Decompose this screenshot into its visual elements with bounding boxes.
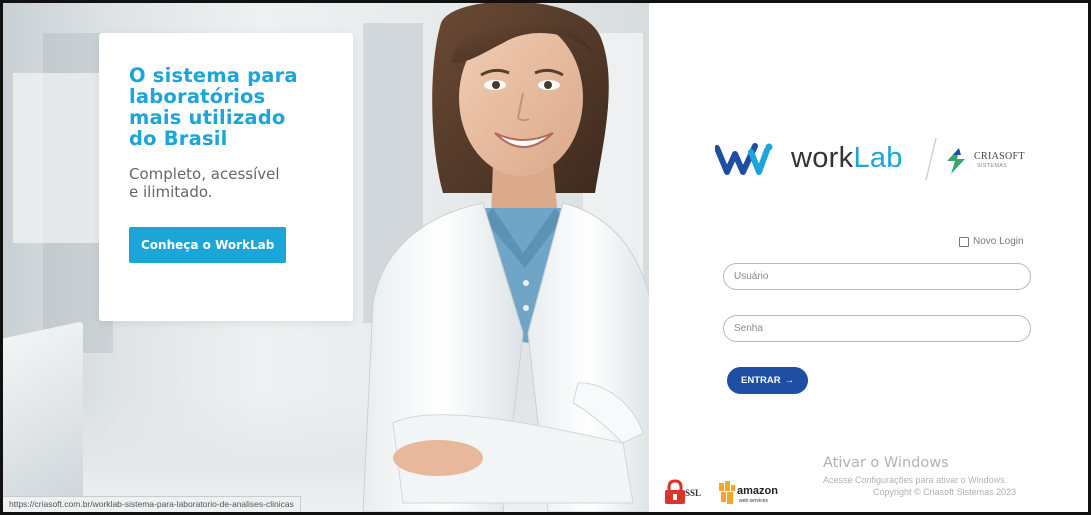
windows-activation-watermark: Ativar o Windows Acesse Configurações pa… — [823, 455, 1007, 485]
promo-card: O sistema para laboratórios mais utiliza… — [99, 33, 353, 321]
aws-subtitle: web services — [739, 498, 768, 504]
copyright-text: Copyright © Criasoft Sistemas 2023 — [873, 487, 1017, 497]
novo-login-checkbox[interactable]: Novo Login — [959, 236, 1024, 247]
status-bar-url: https://criasoft.com.br/worklab-sistema-… — [3, 496, 301, 512]
checkbox-box[interactable] — [959, 236, 969, 247]
doctor-photo — [362, 3, 649, 512]
brand-divider — [925, 137, 937, 181]
monitor-image — [3, 321, 83, 512]
entrar-label: ENTRAR — [741, 375, 781, 386]
worklab-logo-icon — [715, 143, 773, 175]
brand-logos: workLab CRIASOFT SISTEMAS — [715, 136, 1045, 182]
hero-banner: O sistema para laboratórios mais utiliza… — [3, 3, 649, 512]
username-field[interactable] — [723, 263, 1031, 290]
novo-login-label: Novo Login — [973, 236, 1024, 247]
browser-viewport: O sistema para laboratórios mais utiliza… — [0, 0, 1091, 515]
conheca-worklab-button[interactable]: Conheça o WorkLab — [129, 227, 287, 263]
windows-activation-title: Ativar o Windows — [823, 455, 949, 471]
promo-subtitle: Completo, acessível e ilimitado. — [129, 165, 280, 201]
worklab-wordmark: workLab — [791, 142, 903, 174]
arrow-right-icon: → — [784, 375, 795, 386]
security-badges: SSL amazon web services — [663, 477, 803, 507]
criasoft-logo-icon — [947, 148, 965, 174]
criasoft-name: CRIASOFT — [974, 151, 1025, 162]
promo-title: O sistema para laboratórios mais utiliza… — [129, 64, 298, 150]
criasoft-tagline: SISTEMAS — [977, 163, 1008, 169]
aws-name: amazon — [737, 485, 778, 497]
login-panel: workLab CRIASOFT SISTEMAS Novo Login ENT… — [649, 3, 1088, 512]
windows-activation-subtitle: Acesse Configurações para ativar o Windo… — [823, 475, 1008, 485]
password-field[interactable] — [723, 315, 1031, 342]
entrar-button[interactable]: ENTRAR → — [727, 367, 809, 394]
ssl-label: SSL — [685, 488, 702, 498]
